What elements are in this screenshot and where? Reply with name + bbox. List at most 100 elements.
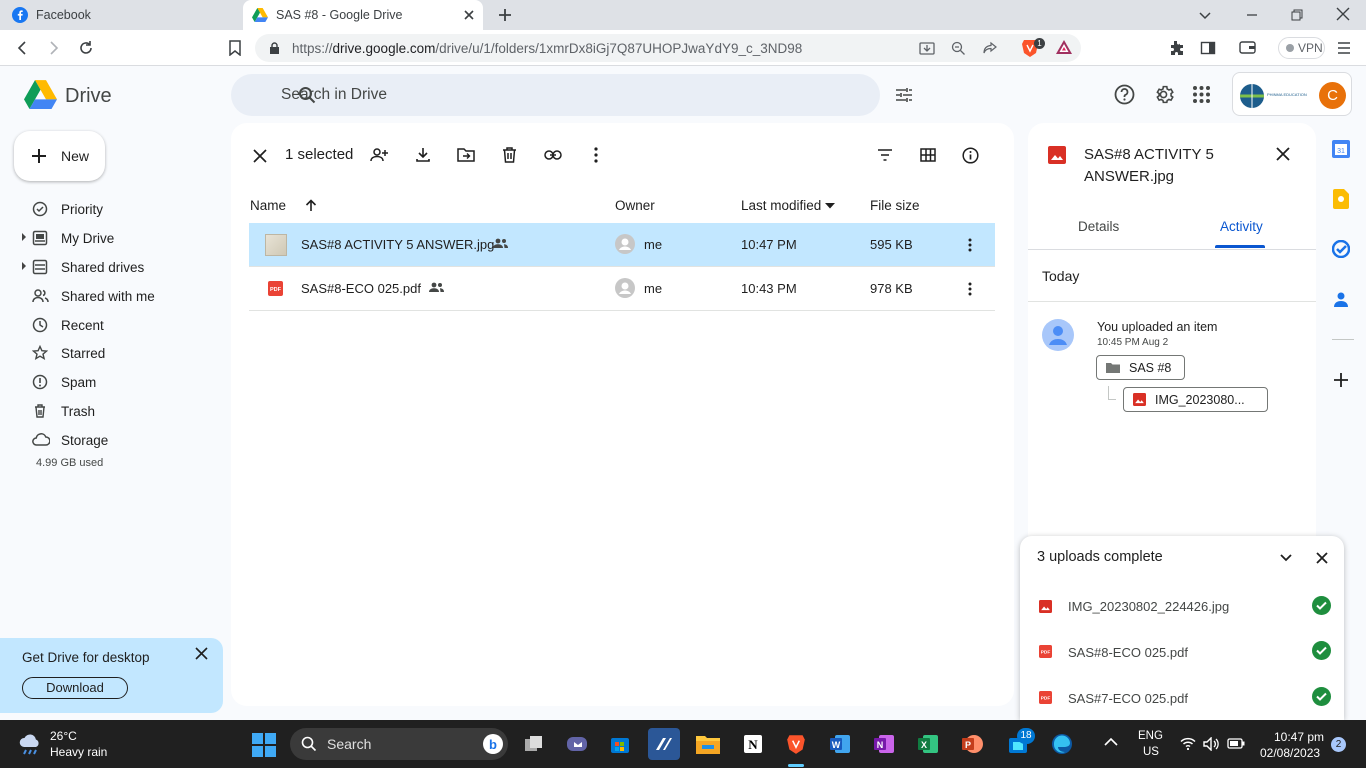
tab-search-chevron-icon[interactable]: [1198, 8, 1212, 22]
clock-date[interactable]: 02/08/2023: [1260, 746, 1320, 760]
table-row[interactable]: SAS#8 ACTIVITY 5 ANSWER.jpg me 10:47 PM …: [249, 223, 995, 267]
wifi-icon[interactable]: [1180, 737, 1196, 750]
bookmark-icon[interactable]: [228, 40, 242, 56]
taskbar-search[interactable]: Search b: [290, 728, 508, 760]
move-icon[interactable]: [457, 147, 475, 163]
upload-item[interactable]: PDF SAS#8-ECO 025.pdf: [1020, 629, 1344, 675]
menu-icon[interactable]: [1337, 40, 1351, 56]
windows-start-icon[interactable]: [252, 733, 276, 757]
search-input[interactable]: Search in Drive: [281, 86, 387, 104]
folder-chip[interactable]: SAS #8: [1096, 355, 1185, 380]
close-icon[interactable]: [195, 647, 208, 660]
store-icon[interactable]: [604, 728, 636, 760]
sidebar-item-priority[interactable]: Priority: [0, 195, 231, 223]
file-explorer-icon[interactable]: [692, 728, 724, 760]
avatar[interactable]: C: [1319, 82, 1346, 109]
tab-facebook[interactable]: Facebook: [0, 0, 242, 30]
search-options-icon[interactable]: [895, 86, 913, 104]
forward-icon[interactable]: [46, 40, 62, 56]
wallet-icon[interactable]: [1239, 40, 1256, 55]
column-header-file-size[interactable]: File size: [870, 198, 920, 213]
column-header-name[interactable]: Name: [250, 198, 286, 213]
search-bar[interactable]: Search in Drive: [231, 74, 912, 116]
zoom-icon[interactable]: [951, 41, 966, 56]
reload-icon[interactable]: [78, 40, 94, 56]
download-icon[interactable]: [415, 147, 431, 163]
chevron-up-icon[interactable]: [1104, 737, 1118, 746]
upload-item[interactable]: PDF SAS#7-ECO 025.pdf: [1020, 675, 1344, 721]
account-switcher[interactable]: PHINMA EDUCATION C: [1232, 72, 1352, 116]
trash-icon[interactable]: [502, 147, 517, 163]
search-icon[interactable]: [298, 86, 316, 104]
tab-google-drive[interactable]: SAS #8 - Google Drive: [243, 0, 483, 30]
drive-logo-text[interactable]: Drive: [65, 85, 112, 108]
extensions-icon[interactable]: [1168, 40, 1184, 56]
calendar-icon[interactable]: 31: [1332, 140, 1350, 158]
edge-icon[interactable]: [1046, 728, 1078, 760]
close-tab-icon[interactable]: [462, 8, 476, 22]
excel-icon[interactable]: X: [912, 728, 944, 760]
file-chip[interactable]: IMG_2023080...: [1123, 387, 1268, 412]
sort-ascending-icon[interactable]: [305, 199, 317, 212]
vpn-button[interactable]: VPN: [1278, 37, 1325, 59]
dropdown-arrow-icon[interactable]: [825, 203, 835, 209]
tab-activity[interactable]: Activity: [1220, 219, 1263, 234]
info-icon[interactable]: [962, 147, 979, 164]
sidebar-toggle-icon[interactable]: [1200, 40, 1216, 56]
clock-time[interactable]: 10:47 pm: [1274, 730, 1324, 744]
add-addon-icon[interactable]: [1334, 373, 1348, 387]
contacts-icon[interactable]: [1333, 291, 1349, 307]
filter-icon[interactable]: [877, 149, 893, 161]
upload-item[interactable]: IMG_20230802_224426.jpg: [1020, 583, 1344, 629]
meet-icon[interactable]: [561, 728, 593, 760]
download-button[interactable]: Download: [22, 677, 128, 699]
expand-arrow-icon[interactable]: [22, 262, 26, 270]
expand-arrow-icon[interactable]: [22, 233, 26, 241]
language-region[interactable]: US: [1143, 746, 1159, 758]
task-view-icon[interactable]: [518, 728, 550, 760]
sidebar-item-storage[interactable]: Storage: [0, 426, 231, 454]
help-icon[interactable]: [1114, 84, 1135, 105]
new-tab-icon[interactable]: [497, 7, 513, 23]
volume-icon[interactable]: [1203, 737, 1219, 751]
address-bar[interactable]: https://drive.google.com/drive/u/1/folde…: [255, 34, 1081, 62]
sidebar-item-shared-drives[interactable]: Shared drives: [0, 253, 231, 281]
settings-gear-icon[interactable]: [1153, 84, 1174, 105]
new-button[interactable]: New: [14, 131, 105, 181]
language-code[interactable]: ENG: [1138, 730, 1163, 742]
share-person-icon[interactable]: [370, 147, 388, 163]
sidebar-item-my-drive[interactable]: My Drive: [0, 224, 231, 252]
weather-icon[interactable]: [18, 732, 44, 756]
collapse-chevron-icon[interactable]: [1280, 554, 1292, 562]
grid-view-icon[interactable]: [920, 148, 936, 162]
more-actions-icon[interactable]: [594, 147, 598, 163]
keep-icon[interactable]: [1333, 189, 1349, 209]
notification-badge[interactable]: 2: [1331, 737, 1346, 752]
sidebar-item-shared-with-me[interactable]: Shared with me: [0, 282, 231, 310]
row-more-icon[interactable]: [968, 238, 972, 252]
share-icon[interactable]: [982, 41, 998, 56]
drive-logo-icon[interactable]: [24, 80, 57, 109]
tab-details[interactable]: Details: [1078, 219, 1119, 234]
sidebar-item-starred[interactable]: Starred: [0, 339, 231, 367]
notion-icon[interactable]: N: [737, 728, 769, 760]
lock-icon[interactable]: [269, 41, 280, 55]
restore-icon[interactable]: [1290, 8, 1304, 22]
install-app-icon[interactable]: [919, 41, 935, 56]
table-row[interactable]: PDF SAS#8-ECO 025.pdf me 10:43 PM 978 KB: [249, 267, 995, 311]
battery-icon[interactable]: [1227, 738, 1245, 749]
apps-grid-icon[interactable]: [1193, 86, 1210, 103]
minimize-icon[interactable]: [1245, 8, 1259, 22]
sidebar-item-recent[interactable]: Recent: [0, 311, 231, 339]
brave-browser-icon[interactable]: [780, 728, 812, 760]
sidebar-item-spam[interactable]: Spam: [0, 368, 231, 396]
sidebar-item-trash[interactable]: Trash: [0, 397, 231, 425]
column-header-owner[interactable]: Owner: [615, 198, 655, 213]
zoom-app-icon[interactable]: [648, 728, 680, 760]
word-icon[interactable]: W: [824, 728, 856, 760]
clear-selection-icon[interactable]: [253, 149, 267, 163]
column-header-last-modified[interactable]: Last modified: [741, 198, 821, 213]
onenote-icon[interactable]: N: [868, 728, 900, 760]
row-more-icon[interactable]: [968, 282, 972, 296]
brave-rewards-icon[interactable]: [1055, 39, 1073, 55]
